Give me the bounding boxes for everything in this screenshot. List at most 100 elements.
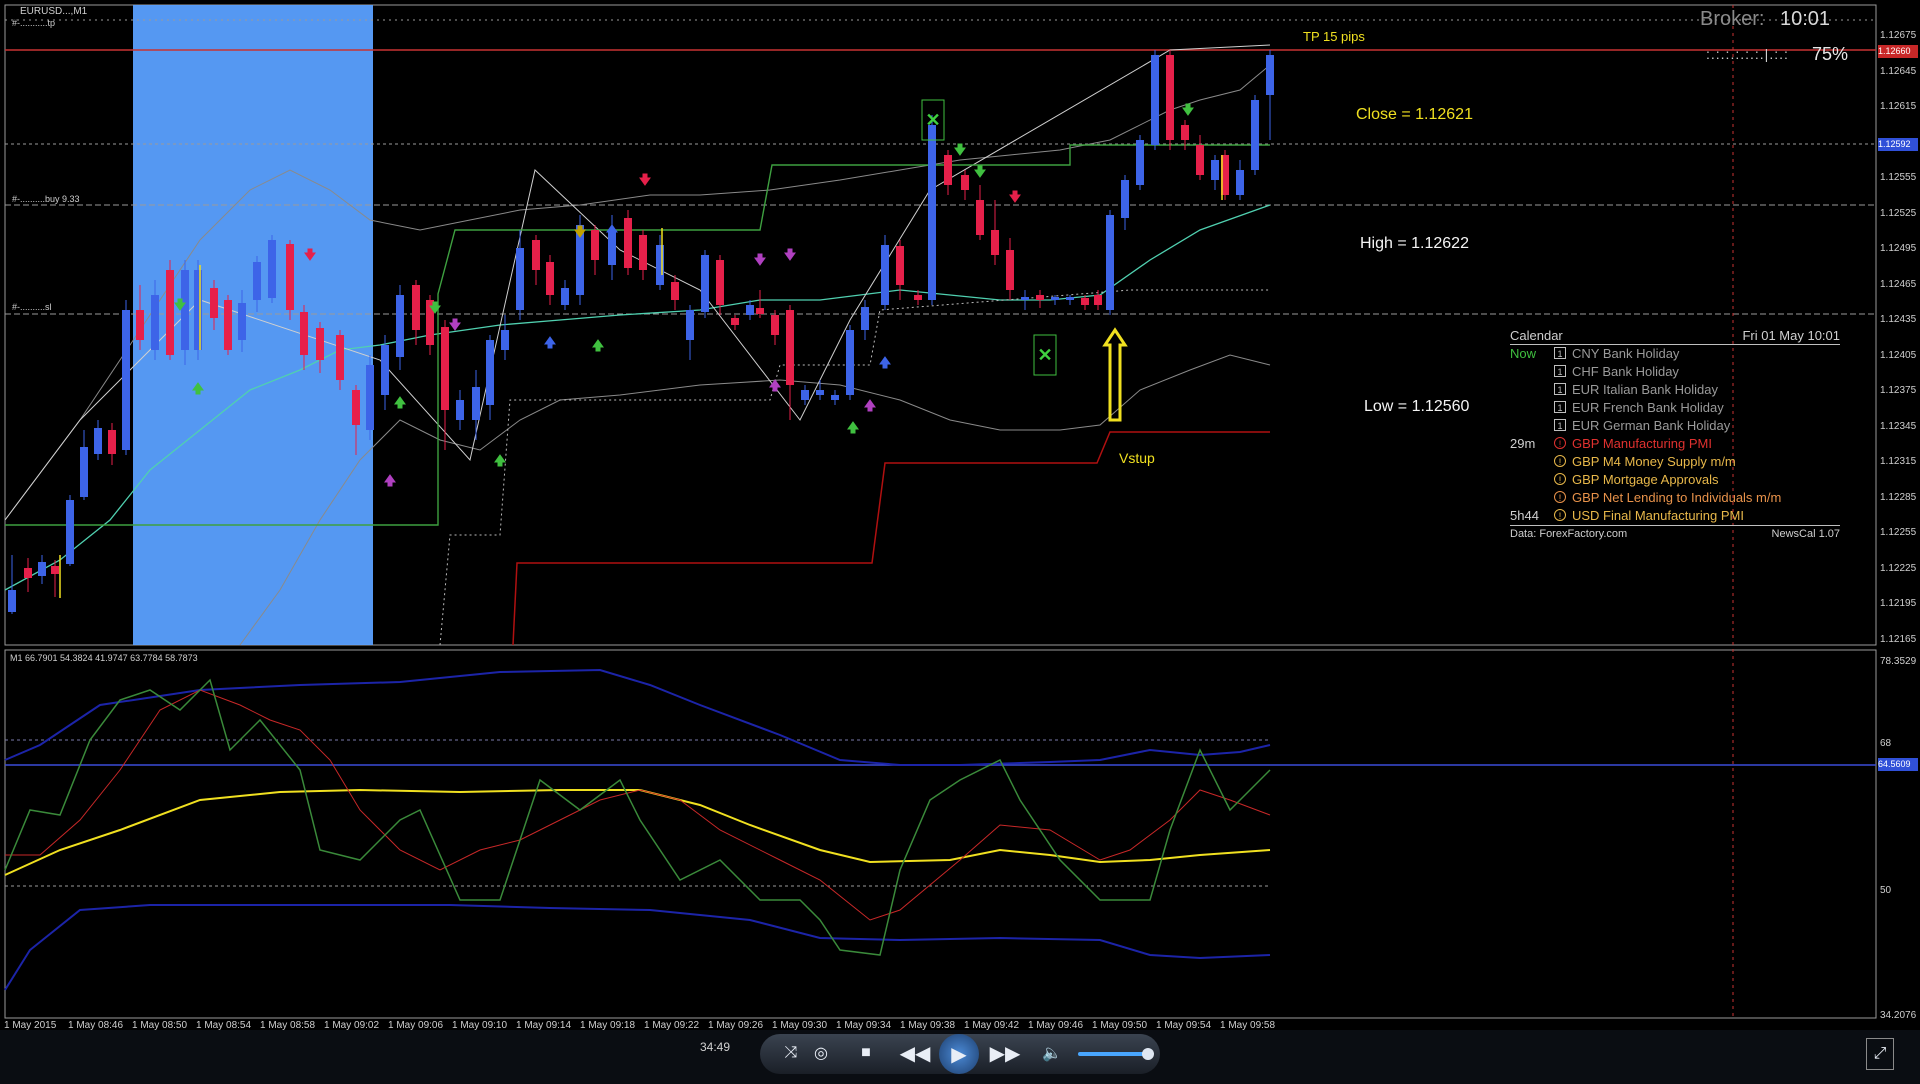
green-line — [4, 678, 1271, 956]
candle — [1136, 140, 1144, 185]
candle — [771, 315, 779, 335]
candle — [756, 308, 764, 314]
rewind-icon[interactable]: ◀◀ — [895, 1038, 935, 1068]
stop-icon[interactable]: ■ — [855, 1038, 877, 1068]
candle — [1006, 250, 1014, 290]
candle — [1211, 160, 1219, 180]
band-lower — [4, 904, 1271, 991]
candle — [151, 295, 159, 350]
candle — [1106, 215, 1114, 310]
buy-arrow-icon — [864, 399, 876, 412]
candle — [731, 318, 739, 325]
mt4-window: ✕ ✕ EURUSD...,M1 #-...........tp #-......… — [0, 0, 1920, 1084]
candle — [501, 330, 509, 350]
indicator-tick-label: 34.2076 — [1880, 1010, 1917, 1021]
price-tick-label: 1.12345 — [1880, 420, 1917, 432]
sell-arrow-icon — [1009, 190, 1021, 203]
tp-pips-label: TP 15 pips — [1303, 29, 1365, 44]
candle — [532, 240, 540, 270]
calendar-footer-version: NewsCal 1.07 — [1771, 528, 1840, 540]
indicator-tag: 64.5609 — [1878, 758, 1918, 771]
broker-label: Broker: — [1700, 8, 1765, 30]
candle — [991, 230, 999, 255]
media-player-bar: 34:49 ⤨ ◎ ■ ◀◀ ▶ ▶▶ 🔈 ⤢ — [0, 1030, 1920, 1084]
buy-arrow-icon — [592, 339, 604, 352]
price-tick-label: 1.12435 — [1880, 314, 1917, 325]
news-calendar: Calendar Fri 01 May 10:01 Now 1 CNY Bank H… — [1510, 328, 1840, 543]
candle — [1266, 55, 1274, 95]
candle — [671, 282, 679, 300]
candle — [38, 562, 46, 576]
switch-icon[interactable]: ⤨ — [780, 1038, 802, 1068]
candle — [268, 240, 276, 298]
impact-alert-icon: ! — [1554, 437, 1566, 449]
calendar-row: 29m! GBP Manufacturing PMI — [1510, 436, 1840, 454]
indicator-axis[interactable]: 78.3529 68 50 34.2076 — [1878, 650, 1920, 1021]
calendar-row-time: Now — [1510, 346, 1537, 361]
calendar-row-event: EUR Italian Bank Holiday — [1572, 382, 1718, 397]
candle — [861, 307, 869, 330]
buy-arrow-icon — [847, 421, 859, 434]
tp-line-label: #-...........tp — [12, 18, 56, 28]
fast-forward-icon[interactable]: ▶▶ — [985, 1038, 1025, 1068]
calendar-row: 5h44! USD Final Manufacturing PMI — [1510, 508, 1840, 526]
volume-icon[interactable]: 🔈 — [1040, 1038, 1064, 1068]
progress-dots: :.:.:.:.:.:.|.:.: — [1706, 46, 1789, 62]
candle — [166, 270, 174, 355]
close-x-icon: ✕ — [925, 110, 940, 130]
player-time: 34:49 — [700, 1040, 731, 1054]
holiday-icon: 1 — [1554, 365, 1566, 377]
candle — [1094, 295, 1102, 305]
calendar-row-event: CNY Bank Holiday — [1572, 346, 1680, 361]
price-axis[interactable]: 1.126751.126451.126151.125851.125551.125… — [1878, 0, 1920, 650]
candle — [94, 428, 102, 454]
candle — [639, 235, 647, 270]
calendar-row-event: GBP Net Lending to Individuals m/m — [1572, 490, 1782, 505]
candle — [976, 200, 984, 235]
candle — [381, 345, 389, 395]
price-tick-label: 1.12615 — [1880, 101, 1917, 112]
candle — [486, 340, 494, 405]
candle — [224, 300, 232, 350]
calendar-row-event: EUR German Bank Holiday — [1572, 418, 1731, 433]
candle — [352, 390, 360, 425]
calendar-datetime: Fri 01 May 10:01 — [1742, 328, 1840, 343]
calendar-row: Now 1 CNY Bank Holiday — [1510, 346, 1840, 364]
buy-arrow-icon — [544, 336, 556, 349]
reload-icon[interactable]: ◎ — [810, 1038, 832, 1068]
buy-arrow-icon — [384, 474, 396, 487]
candle — [831, 395, 839, 400]
candle — [1181, 125, 1189, 140]
high-label: High = 1.12622 — [1360, 235, 1469, 252]
candle — [1236, 170, 1244, 195]
candle — [686, 310, 694, 340]
candle — [914, 295, 922, 300]
calendar-row-time: 5h44 — [1510, 508, 1539, 523]
candle — [561, 288, 569, 305]
play-icon[interactable]: ▶ — [939, 1034, 979, 1074]
fullscreen-icon[interactable]: ⤢ — [1866, 1038, 1894, 1070]
candle — [1196, 145, 1204, 175]
price-tick-label: 1.12405 — [1880, 349, 1917, 361]
calendar-row: ! GBP Mortgage Approvals — [1510, 472, 1840, 490]
price-tick-label: 1.12255 — [1880, 527, 1917, 538]
candle — [786, 310, 794, 385]
calendar-row: ! GBP M4 Money Supply m/m — [1510, 454, 1840, 472]
calendar-row-event: CHF Bank Holiday — [1572, 364, 1679, 379]
candle — [441, 327, 449, 410]
candle — [1036, 295, 1044, 300]
candle — [300, 312, 308, 355]
price-tick-label: 1.12195 — [1880, 598, 1917, 609]
volume-slider[interactable] — [1078, 1052, 1148, 1056]
candle — [1051, 297, 1059, 300]
impact-alert-icon: ! — [1554, 491, 1566, 503]
candle — [516, 248, 524, 310]
calendar-row-event: GBP Mortgage Approvals — [1572, 472, 1719, 487]
candle — [456, 400, 464, 420]
volume-slider-thumb[interactable] — [1142, 1048, 1154, 1060]
calendar-divider-bottom — [1510, 525, 1840, 526]
impact-alert-icon: ! — [1554, 473, 1566, 485]
candle — [122, 310, 130, 450]
candle — [546, 262, 554, 295]
yellow-ma — [4, 788, 1271, 876]
